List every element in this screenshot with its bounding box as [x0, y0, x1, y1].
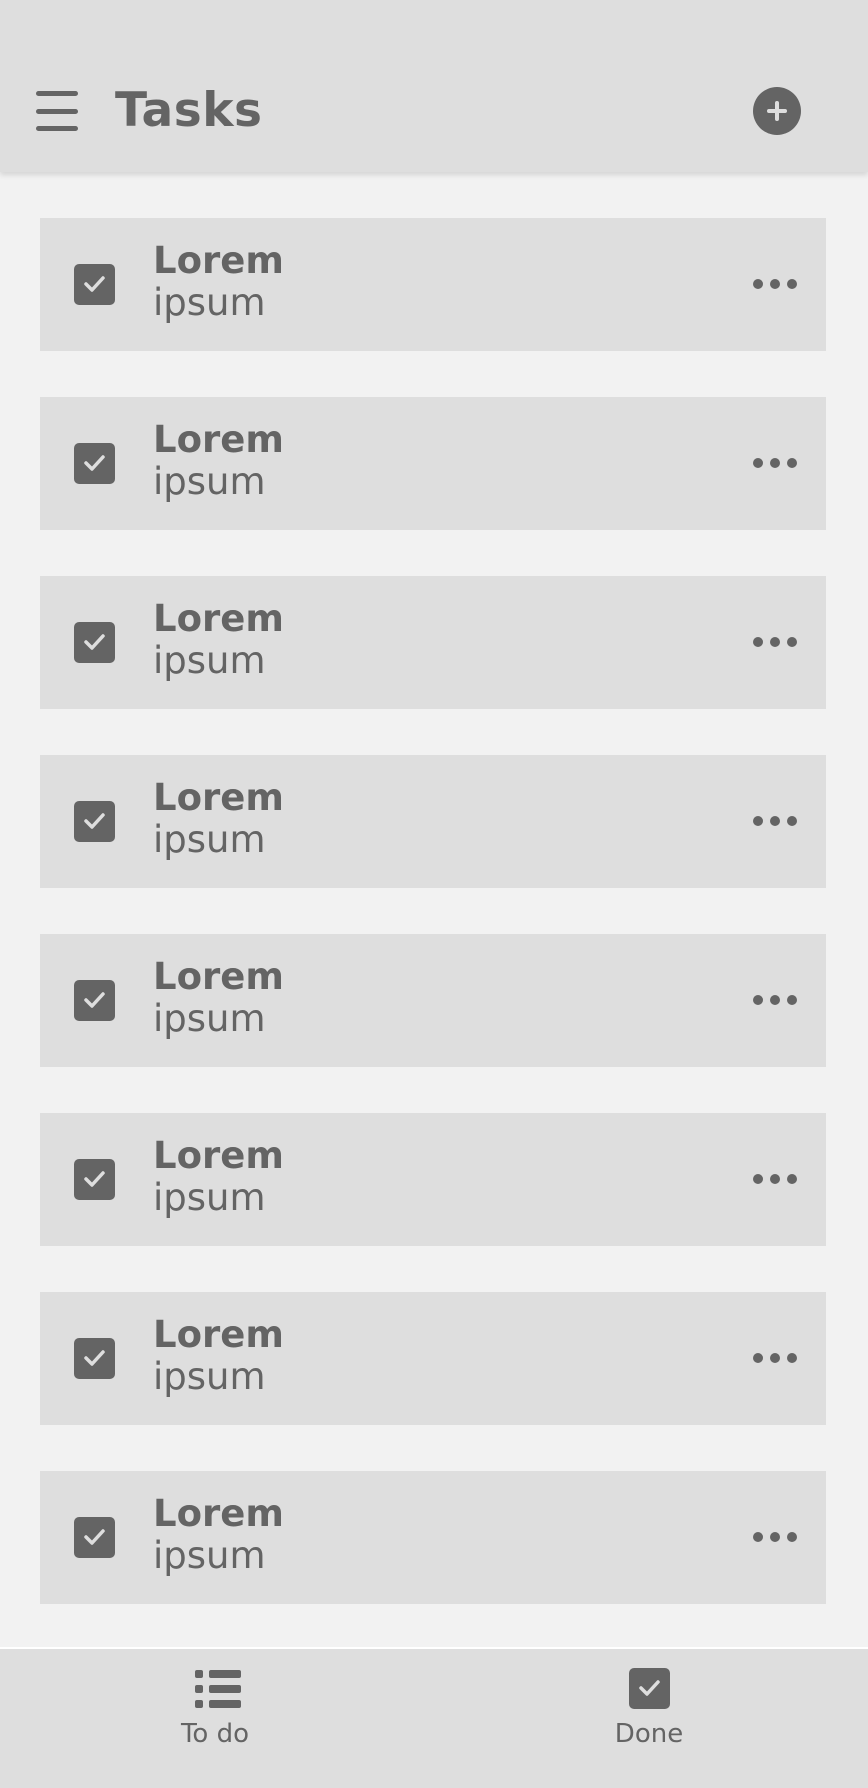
task-card[interactable]: Lorem ipsum	[40, 934, 826, 1067]
task-card[interactable]: Lorem ipsum	[40, 1292, 826, 1425]
task-title: Lorem	[153, 418, 284, 461]
nav-label-todo: To do	[180, 1719, 250, 1749]
list-icon	[195, 1668, 241, 1710]
more-horizontal-icon[interactable]	[753, 276, 797, 292]
task-card[interactable]: Lorem ipsum	[40, 397, 826, 530]
more-horizontal-icon[interactable]	[753, 992, 797, 1008]
checkbox-checked-icon[interactable]	[74, 1159, 115, 1200]
more-horizontal-icon[interactable]	[753, 1350, 797, 1366]
task-subtitle: ipsum	[153, 639, 266, 682]
task-title: Lorem	[153, 1492, 284, 1535]
task-subtitle: ipsum	[153, 818, 266, 861]
checkbox-checked-icon[interactable]	[74, 622, 115, 663]
page-title: Tasks	[115, 83, 263, 138]
bottom-nav: To do Done	[0, 1649, 868, 1788]
hamburger-menu-icon-bar	[36, 108, 78, 114]
menu-button[interactable]	[36, 91, 80, 131]
task-card[interactable]: Lorem ipsum	[40, 1471, 826, 1604]
task-subtitle: ipsum	[153, 1534, 266, 1577]
nav-item-todo[interactable]: To do	[115, 1663, 315, 1763]
task-list: Lorem ipsum Lorem ipsum Lorem ipsum Lore…	[40, 218, 826, 1650]
more-horizontal-icon[interactable]	[753, 634, 797, 650]
checkbox-checked-icon[interactable]	[74, 801, 115, 842]
task-text: Lorem ipsum	[153, 956, 284, 1040]
task-text: Lorem ipsum	[153, 1135, 284, 1219]
task-title: Lorem	[153, 955, 284, 998]
task-title: Lorem	[153, 1313, 284, 1356]
task-subtitle: ipsum	[153, 997, 266, 1040]
task-text: Lorem ipsum	[153, 598, 284, 682]
checkbox-checked-icon[interactable]	[74, 443, 115, 484]
nav-item-done[interactable]: Done	[549, 1663, 749, 1763]
task-card[interactable]: Lorem ipsum	[40, 218, 826, 351]
app-bar: Tasks	[0, 0, 868, 172]
task-card[interactable]: Lorem ipsum	[40, 755, 826, 888]
task-text: Lorem ipsum	[153, 1314, 284, 1398]
task-text: Lorem ipsum	[153, 419, 284, 503]
task-card[interactable]: Lorem ipsum	[40, 1113, 826, 1246]
checkbox-checked-icon[interactable]	[74, 1338, 115, 1379]
task-subtitle: ipsum	[153, 1176, 266, 1219]
task-title: Lorem	[153, 597, 284, 640]
checkbox-checked-icon	[629, 1668, 670, 1709]
task-title: Lorem	[153, 1134, 284, 1177]
task-title: Lorem	[153, 239, 284, 282]
task-text: Lorem ipsum	[153, 1493, 284, 1577]
checkbox-checked-icon[interactable]	[74, 264, 115, 305]
add-task-button[interactable]	[753, 87, 801, 135]
more-horizontal-icon[interactable]	[753, 1529, 797, 1545]
task-title: Lorem	[153, 776, 284, 819]
hamburger-menu-icon	[36, 91, 78, 96]
task-text: Lorem ipsum	[153, 777, 284, 861]
hamburger-menu-icon-bar	[36, 126, 78, 131]
task-text: Lorem ipsum	[153, 240, 284, 324]
nav-label-done: Done	[614, 1719, 684, 1749]
task-subtitle: ipsum	[153, 1355, 266, 1398]
more-horizontal-icon[interactable]	[753, 813, 797, 829]
checkbox-checked-icon[interactable]	[74, 980, 115, 1021]
more-horizontal-icon[interactable]	[753, 1171, 797, 1187]
task-subtitle: ipsum	[153, 460, 266, 503]
checkbox-checked-icon[interactable]	[74, 1517, 115, 1558]
more-horizontal-icon[interactable]	[753, 455, 797, 471]
task-subtitle: ipsum	[153, 281, 266, 324]
task-card[interactable]: Lorem ipsum	[40, 576, 826, 709]
